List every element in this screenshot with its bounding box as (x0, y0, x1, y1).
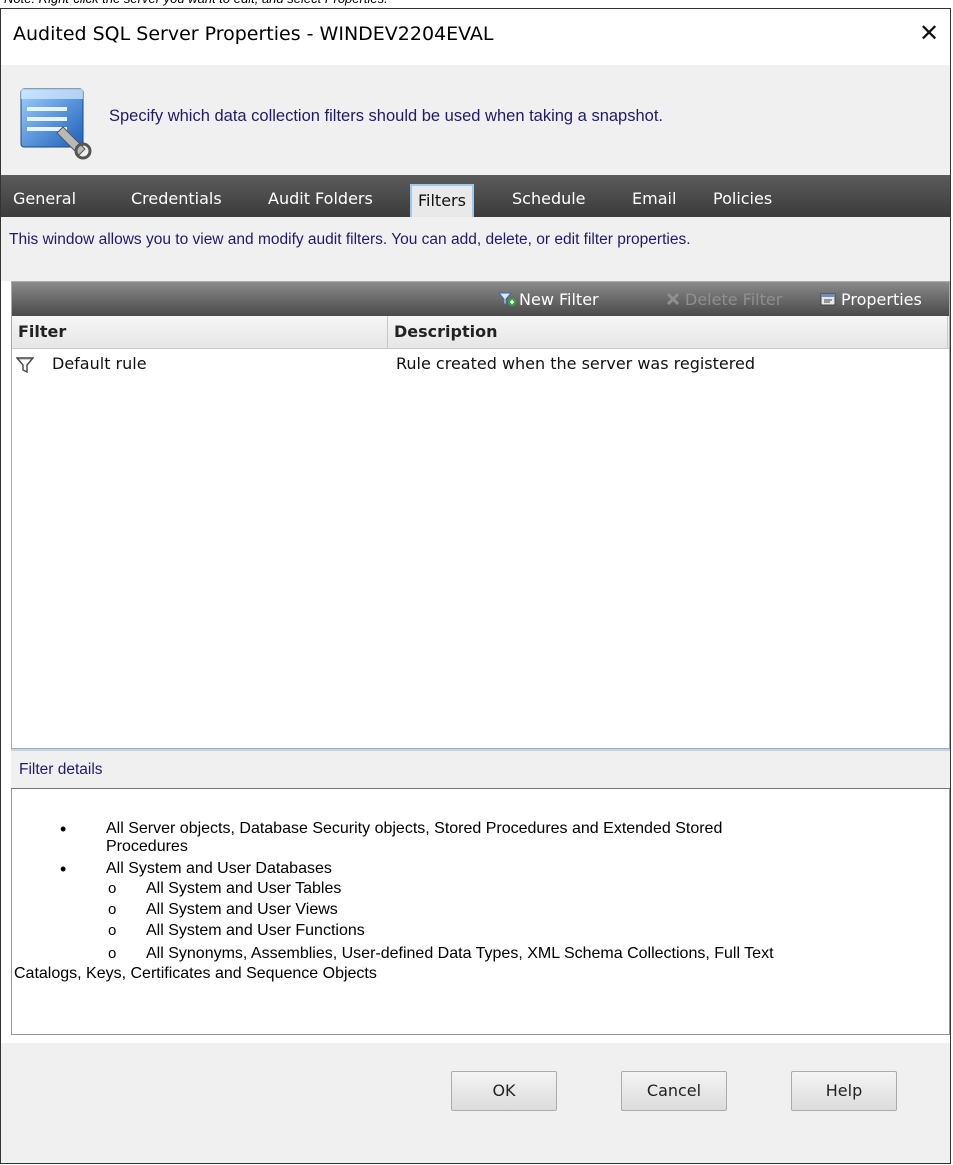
tab-credentials[interactable]: Credentials (125, 185, 228, 213)
row-description: Rule created when the server was registe… (396, 354, 755, 373)
new-filter-icon (498, 292, 516, 306)
filter-details-heading: Filter details (19, 761, 103, 778)
close-icon[interactable]: ✕ (914, 19, 944, 49)
column-header-description[interactable]: Description (388, 316, 948, 348)
delete-icon (666, 292, 680, 306)
tab-audit-folders[interactable]: Audit Folders (262, 185, 379, 213)
sub-bullet-marker: o (108, 945, 117, 962)
row-filter-name: Default rule (52, 354, 147, 373)
detail-line: All Server objects, Database Security ob… (106, 820, 723, 837)
delete-filter-button[interactable]: Delete Filter (664, 290, 782, 309)
dialog-footer: OK Cancel Help (1, 1043, 950, 1163)
ok-button[interactable]: OK (451, 1071, 557, 1111)
properties-label: Properties (841, 290, 922, 309)
tab-schedule[interactable]: Schedule (506, 185, 592, 213)
detail-line: Procedures (106, 838, 188, 855)
grid-toolbar: New Filter Delete Filter Properties (12, 282, 949, 316)
filters-grid: New Filter Delete Filter Properties Filt… (11, 281, 950, 749)
delete-filter-label: Delete Filter (685, 290, 783, 309)
info-text: This window allows you to view and modif… (9, 231, 691, 248)
filter-details-panel: • All Server objects, Database Security … (11, 789, 950, 1035)
sub-bullet-marker: o (108, 922, 117, 939)
tab-email[interactable]: Email (626, 185, 682, 213)
column-header-row: Filter Description (12, 316, 949, 349)
sub-bullet-marker: o (108, 901, 117, 918)
header-banner: Specify which data collection filters sh… (1, 65, 950, 175)
help-button[interactable]: Help (791, 1071, 897, 1111)
info-panel: This window allows you to view and modif… (1, 217, 950, 281)
detail-line: All Synonyms, Assemblies, User-defined D… (146, 945, 774, 962)
properties-button[interactable]: Properties (820, 290, 922, 309)
column-header-filter[interactable]: Filter (12, 316, 388, 348)
properties-dialog: Audited SQL Server Properties - WINDEV22… (0, 8, 951, 1164)
window-title: Audited SQL Server Properties - WINDEV22… (13, 23, 494, 45)
detail-line: Catalogs, Keys, Certificates and Sequenc… (14, 965, 377, 982)
title-bar: Audited SQL Server Properties - WINDEV22… (1, 9, 950, 65)
server-tools-icon (20, 88, 92, 160)
table-row[interactable]: Default rule Rule created when the serve… (12, 350, 949, 378)
new-filter-button[interactable]: New Filter (498, 290, 599, 309)
bullet-marker: • (60, 819, 67, 839)
cancel-button[interactable]: Cancel (621, 1071, 727, 1111)
properties-icon (820, 293, 836, 306)
tab-general[interactable]: General (7, 185, 82, 213)
detail-line: All System and User Databases (106, 860, 332, 877)
tab-filters[interactable]: Filters (410, 184, 474, 217)
detail-line: All System and User Views (146, 901, 338, 918)
filter-details-header: Filter details (11, 749, 950, 789)
detail-line: All System and User Tables (146, 880, 342, 897)
new-filter-label: New Filter (519, 290, 599, 309)
detail-line: All System and User Functions (146, 922, 365, 939)
bullet-marker: • (60, 859, 67, 879)
filter-funnel-icon (16, 357, 34, 374)
tab-bar: General Credentials Audit Folders Filter… (1, 175, 950, 217)
sub-bullet-marker: o (108, 880, 117, 897)
tab-policies[interactable]: Policies (707, 185, 778, 213)
header-text: Specify which data collection filters sh… (109, 107, 663, 125)
